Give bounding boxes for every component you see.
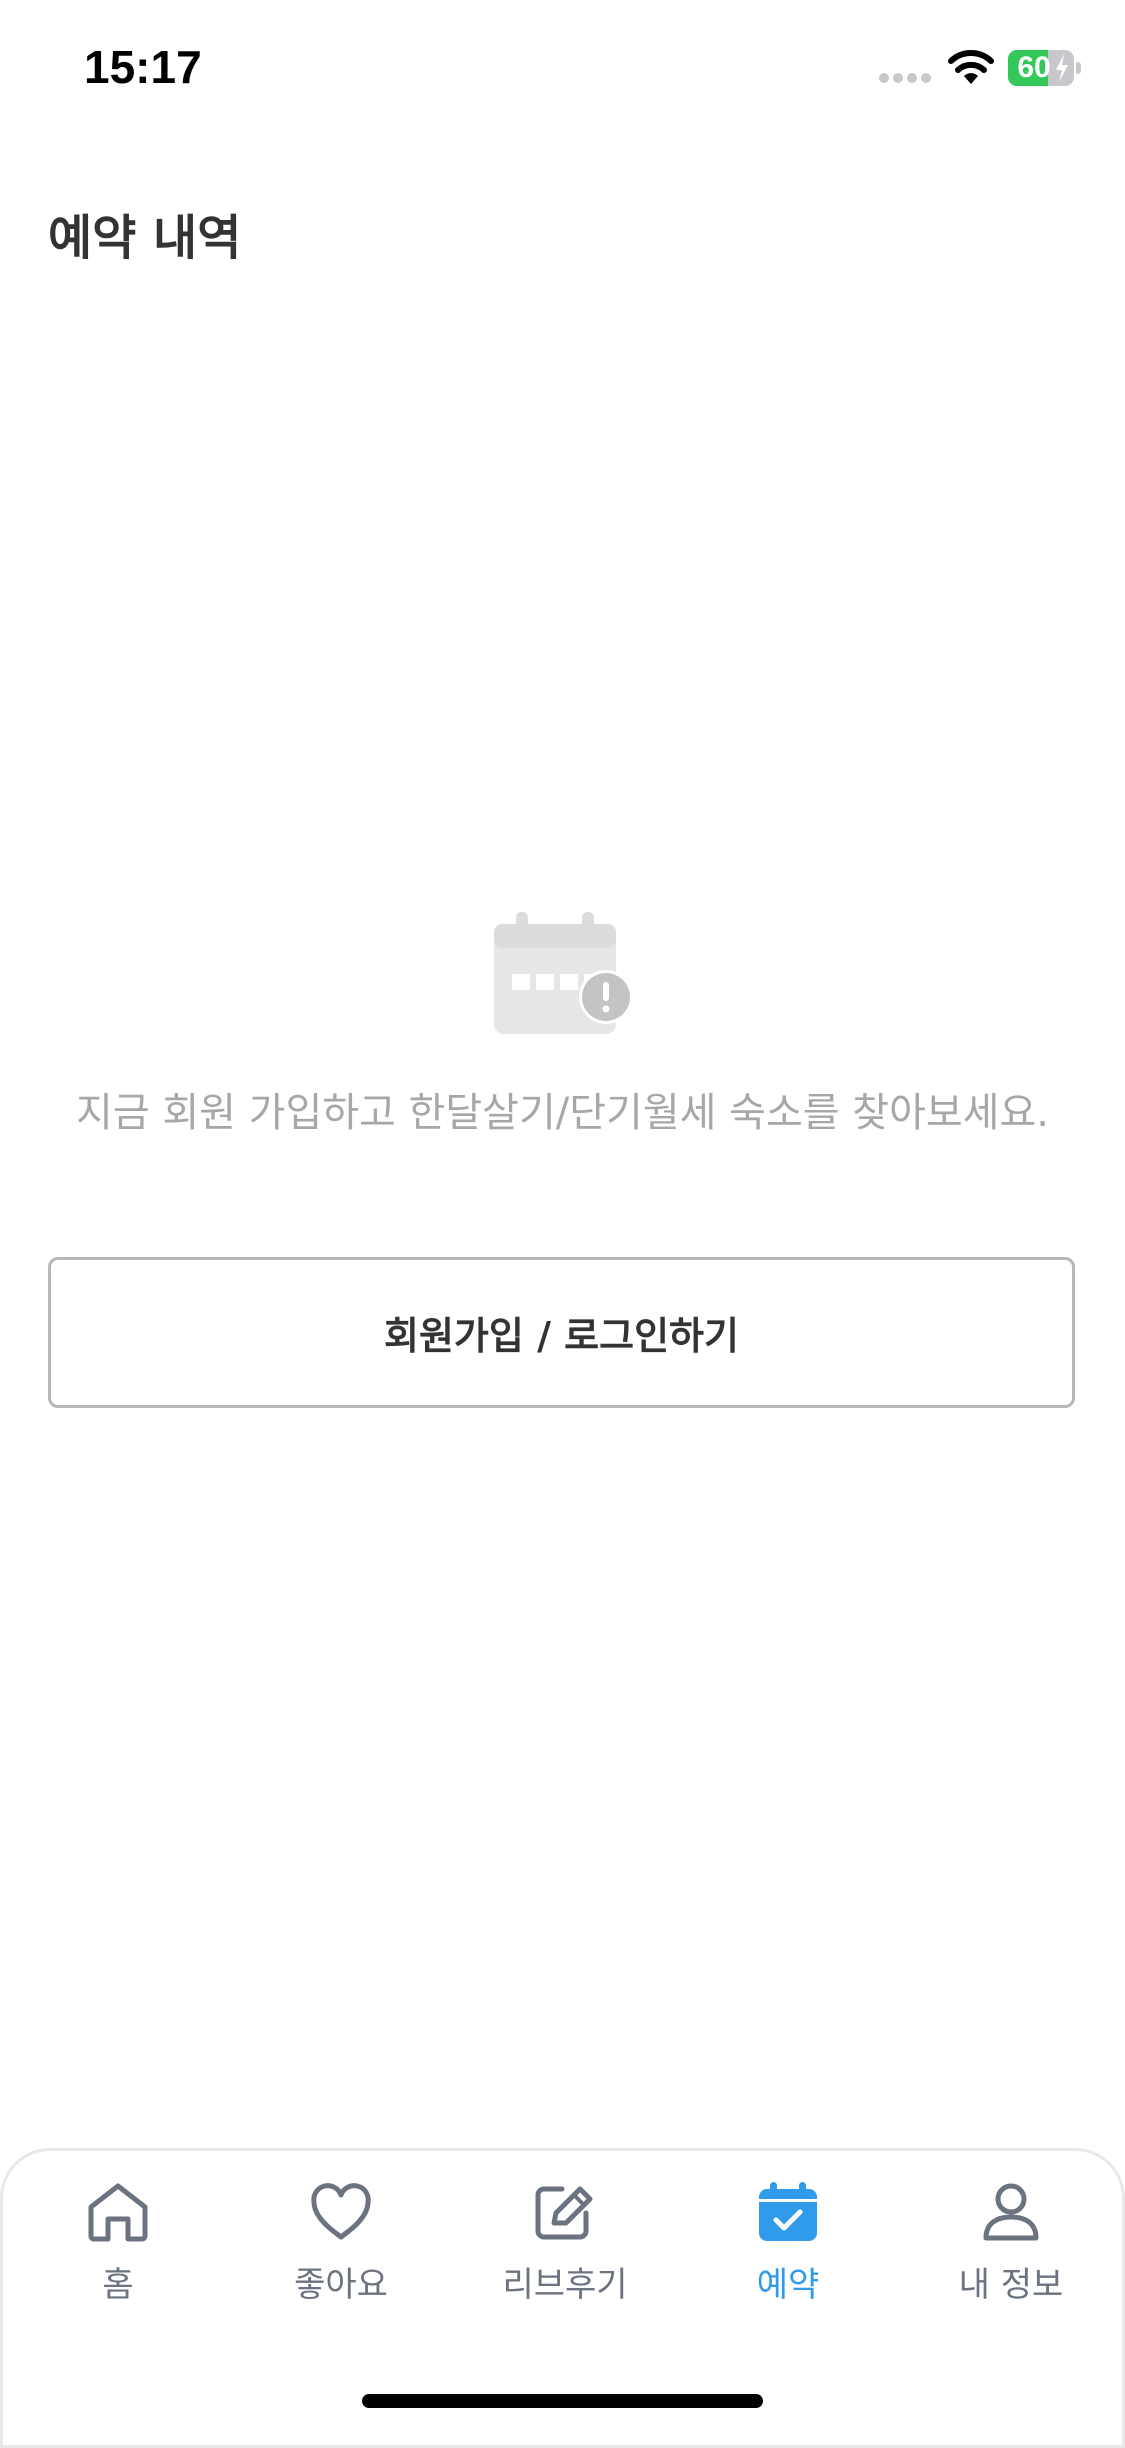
tab-home[interactable]: 홈 (28, 2181, 208, 2331)
edit-note-icon (535, 2186, 593, 2240)
calendar-check-icon (759, 2182, 817, 2241)
status-time: 15:17 (84, 41, 202, 93)
wifi-icon (948, 50, 994, 84)
home-icon (88, 2183, 148, 2242)
user-icon (983, 2183, 1039, 2241)
tab-reservations[interactable]: 예약 (698, 2181, 878, 2331)
empty-state-message: 지금 회원 가입하고 한달살기/단기월세 숙소를 찾아보세요. (76, 1090, 1049, 1136)
tab-likes[interactable]: 좋아요 (251, 2181, 431, 2331)
status-bar: 15:17 60 (0, 0, 1125, 140)
page-title: 예약 내역 (48, 210, 242, 266)
heart-icon (311, 2183, 371, 2240)
tab-label-likes: 좋아요 (294, 2265, 388, 2305)
battery-indicator: 60 (1008, 50, 1081, 86)
tab-label-my-info: 내 정보 (958, 2265, 1064, 2305)
tab-label-reviews: 리브후기 (502, 2265, 628, 2305)
cellular-signal-icon (879, 73, 931, 83)
tab-label-home: 홈 (102, 2265, 134, 2305)
charging-bolt-icon (1056, 54, 1068, 82)
signup-login-button[interactable]: 회원가입 / 로그인하기 (48, 1257, 1075, 1408)
tab-my-info[interactable]: 내 정보 (921, 2181, 1101, 2331)
tab-reviews[interactable]: 리브후기 (475, 2181, 655, 2331)
battery-percent: 60 (1017, 51, 1051, 84)
home-indicator (362, 2394, 763, 2408)
tab-label-reservations: 예약 (756, 2265, 820, 2305)
calendar-alert-icon (494, 912, 633, 1034)
